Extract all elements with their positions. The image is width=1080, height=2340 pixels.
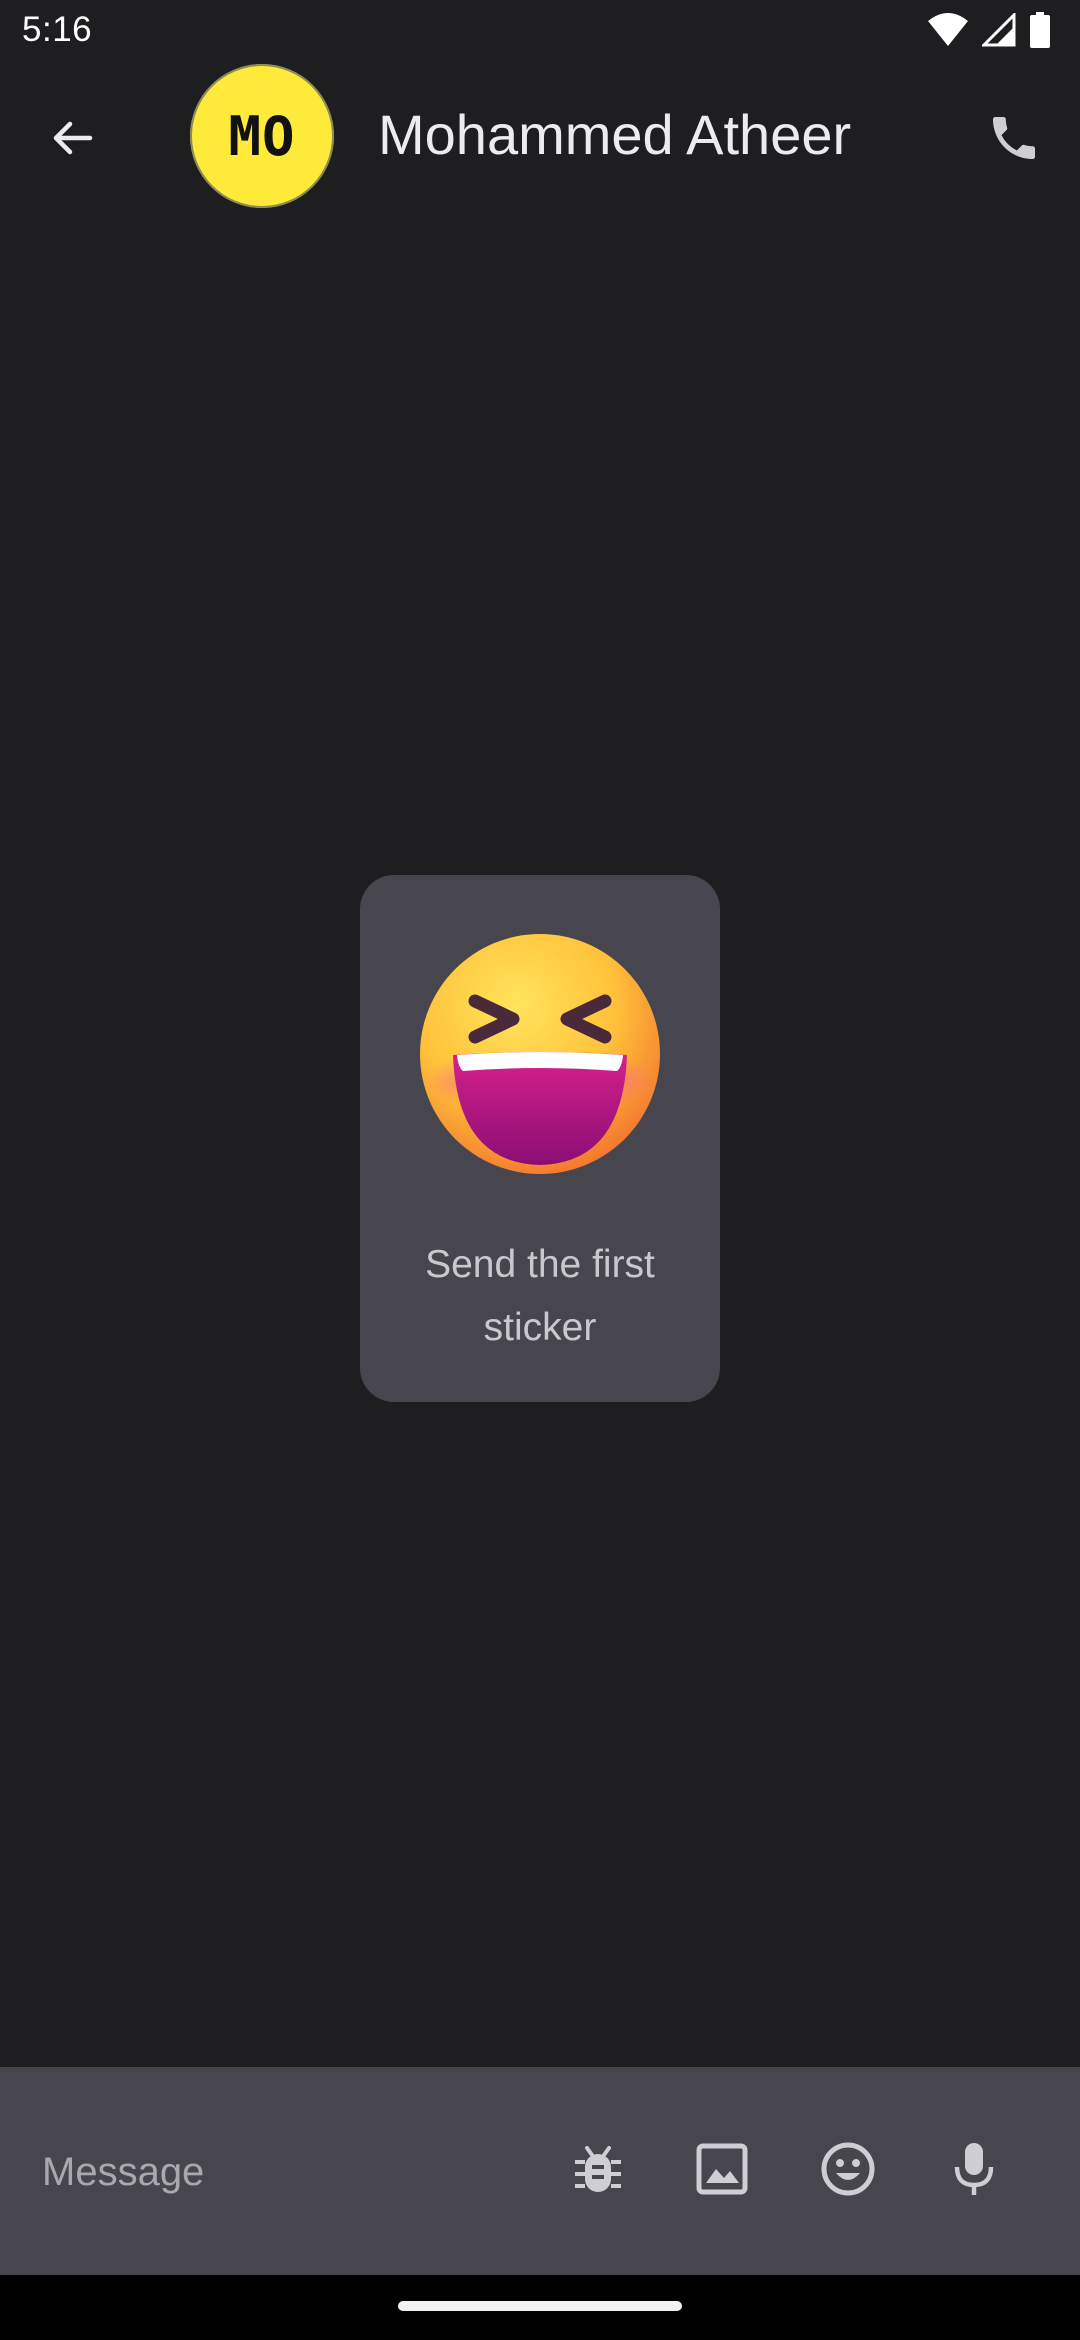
attach-image-button[interactable] xyxy=(686,2135,758,2207)
voice-message-button[interactable] xyxy=(938,2135,1010,2207)
cellular-signal-icon xyxy=(980,10,1016,52)
first-sticker-caption: Send the first sticker xyxy=(425,1243,655,1349)
bug-icon xyxy=(573,2142,623,2201)
status-bar: 5:16 xyxy=(0,0,1080,64)
battery-icon xyxy=(1030,11,1050,53)
status-icons xyxy=(928,10,1050,53)
avatar[interactable]: MO xyxy=(190,64,334,208)
avatar-initials: MO xyxy=(228,104,296,168)
grinning-squinting-face-icon xyxy=(417,931,663,1177)
contact-name[interactable]: Mohammed Atheer xyxy=(378,102,851,167)
phone-icon xyxy=(986,110,1042,171)
conversation-header: MO Mohammed Atheer xyxy=(0,64,1080,209)
call-button[interactable] xyxy=(974,100,1054,180)
first-sticker-card[interactable]: Send the first sticker xyxy=(360,875,720,1402)
arrow-back-icon xyxy=(48,114,96,167)
emoji-button[interactable] xyxy=(812,2135,884,2207)
gesture-nav-bar xyxy=(0,2275,1080,2340)
home-handle[interactable] xyxy=(398,2301,682,2311)
back-button[interactable] xyxy=(36,104,108,176)
emoji-icon xyxy=(820,2141,876,2202)
status-time: 5:16 xyxy=(22,10,93,49)
wifi-icon xyxy=(928,12,968,52)
chat-screen: 5:16 MO Mohammed Atheer Send the first s… xyxy=(0,0,1080,2340)
message-input[interactable] xyxy=(42,2137,522,2207)
microphone-icon xyxy=(953,2141,995,2202)
message-composer xyxy=(0,2067,1080,2275)
image-icon xyxy=(696,2143,748,2200)
bug-report-button[interactable] xyxy=(562,2135,634,2207)
